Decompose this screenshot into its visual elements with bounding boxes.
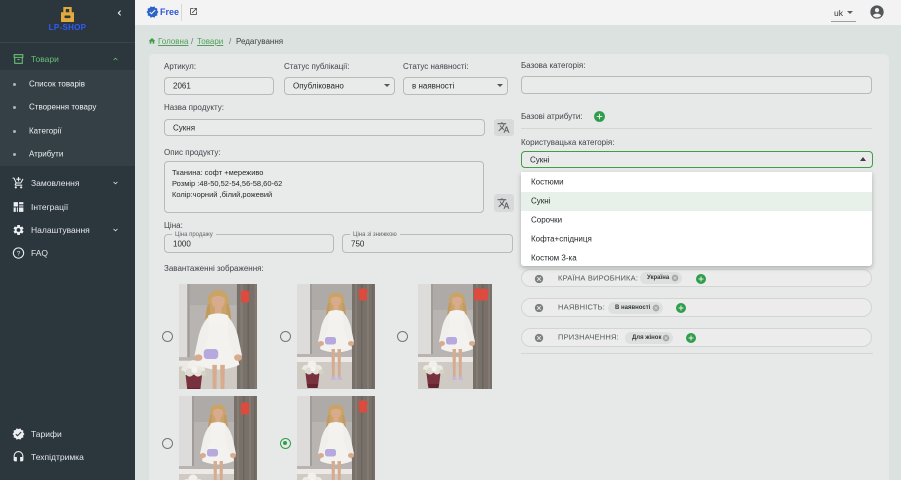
svg-text:?: ? <box>17 250 21 257</box>
